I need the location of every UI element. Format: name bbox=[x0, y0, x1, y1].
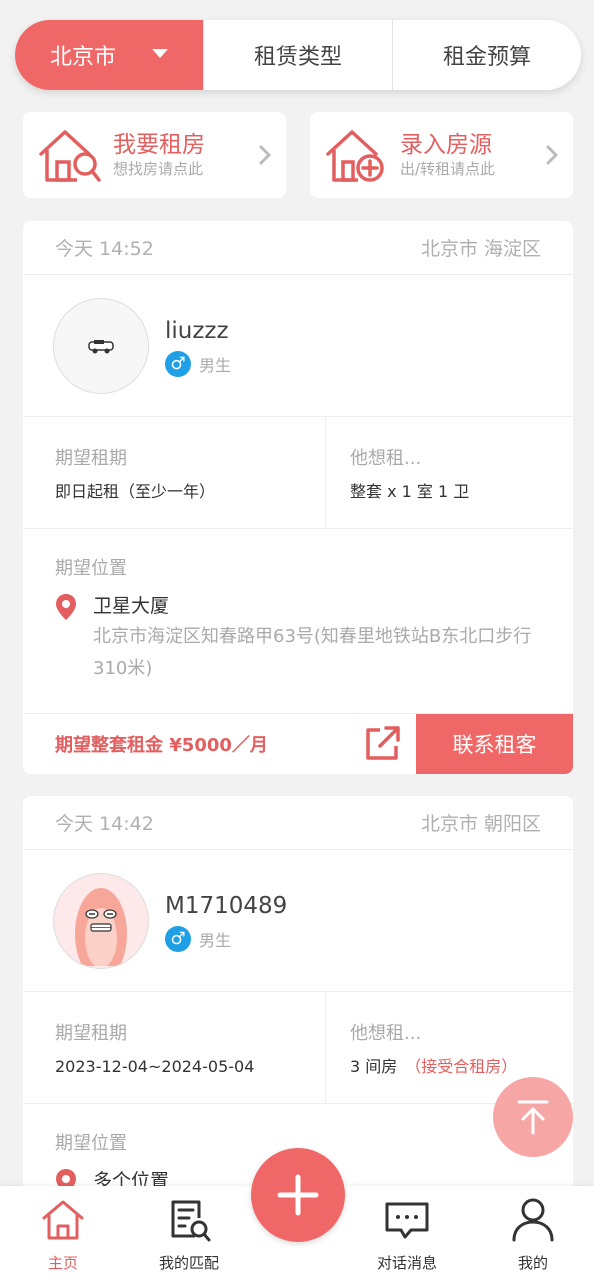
nav-messages[interactable]: 对话消息 bbox=[357, 1196, 457, 1273]
filter-bar: 北京市 租赁类型 租金预算 bbox=[15, 20, 581, 90]
house-search-icon bbox=[39, 130, 101, 182]
nav-mine[interactable]: 我的 bbox=[483, 1196, 583, 1273]
period-value: 即日起租（至少一年） bbox=[55, 482, 216, 501]
budget-label: 租金预算 bbox=[442, 45, 531, 70]
house-add-icon bbox=[326, 130, 384, 182]
want-label: 他想租... bbox=[350, 1023, 422, 1044]
user-row: M1710489 ♂ 男生 bbox=[23, 850, 573, 992]
listing-card[interactable]: 今天 14:52 北京市 海淀区 liuzzz ♂ 男生 期望租期 即日起租（至… bbox=[23, 221, 573, 774]
username: M1710489 bbox=[165, 892, 288, 919]
home-icon bbox=[42, 1200, 84, 1240]
caret-down-icon bbox=[152, 48, 168, 58]
location-label: 期望位置 bbox=[55, 558, 127, 579]
contact-tenant-button[interactable]: 联系租客 bbox=[416, 714, 573, 774]
avatar[interactable] bbox=[53, 297, 149, 394]
want-label: 他想租... bbox=[350, 448, 422, 469]
add-button[interactable] bbox=[251, 1148, 345, 1242]
chevron-right-icon bbox=[259, 145, 271, 165]
listing-time: 今天 14:42 bbox=[55, 813, 154, 835]
share-icon[interactable] bbox=[362, 724, 402, 764]
location-name: 卫星大厦 bbox=[93, 595, 170, 617]
add-listing-card[interactable]: 录入房源 出/转租请点此 bbox=[310, 112, 573, 198]
want-value: 整套 x 1 室 1 卫 bbox=[350, 481, 573, 503]
budget-filter[interactable]: 租金预算 bbox=[392, 20, 581, 90]
user-icon bbox=[512, 1198, 554, 1242]
want-value: 3 间房 （接受合租房） bbox=[350, 1056, 573, 1078]
panda-car-icon bbox=[88, 339, 114, 353]
rental-type-filter[interactable]: 租赁类型 bbox=[203, 20, 392, 90]
male-icon: ♂ bbox=[165, 350, 191, 377]
listing-header: 今天 14:42 北京市 朝阳区 bbox=[23, 796, 573, 850]
city-filter[interactable]: 北京市 bbox=[15, 20, 203, 90]
want-rent-card[interactable]: 我要租房 想找房请点此 bbox=[23, 112, 286, 198]
gender-text: 男生 bbox=[199, 930, 232, 950]
location-pin-icon bbox=[56, 594, 76, 620]
document-search-icon bbox=[171, 1200, 211, 1242]
period-label: 期望租期 bbox=[55, 448, 127, 469]
add-listing-title: 录入房源 bbox=[400, 132, 492, 158]
cartoon-avatar-icon bbox=[75, 887, 127, 966]
chevron-right-icon bbox=[546, 145, 558, 165]
listing-time: 今天 14:52 bbox=[55, 238, 154, 260]
nav-home-label: 主页 bbox=[47, 1254, 78, 1272]
want-rent-title: 我要租房 bbox=[113, 132, 205, 158]
gender-text: 男生 bbox=[199, 355, 232, 375]
shared-room-note: （接受合租房） bbox=[405, 1057, 518, 1076]
want-rent-subtitle: 想找房请点此 bbox=[113, 160, 204, 178]
user-row: liuzzz ♂ 男生 bbox=[23, 275, 573, 417]
nav-match-label: 我的匹配 bbox=[158, 1254, 219, 1272]
chat-icon bbox=[385, 1202, 429, 1239]
nav-messages-label: 对话消息 bbox=[376, 1254, 437, 1272]
listing-area: 北京市 朝阳区 bbox=[420, 813, 541, 835]
nav-home[interactable]: 主页 bbox=[13, 1196, 113, 1273]
plus-icon bbox=[277, 1174, 319, 1216]
want-text: 整套 x 1 室 1 卫 bbox=[350, 482, 470, 501]
listing-area: 北京市 海淀区 bbox=[420, 238, 541, 260]
want-text: 3 间房 bbox=[350, 1057, 398, 1076]
male-icon: ♂ bbox=[165, 925, 191, 952]
nav-mine-label: 我的 bbox=[517, 1254, 548, 1272]
period-label: 期望租期 bbox=[55, 1023, 127, 1044]
username: liuzzz bbox=[165, 317, 229, 344]
period-value: 2023-12-04~2024-05-04 bbox=[55, 1057, 255, 1076]
city-filter-label: 北京市 bbox=[49, 45, 116, 70]
arrow-up-icon bbox=[517, 1100, 549, 1135]
add-listing-subtitle: 出/转租请点此 bbox=[400, 160, 496, 178]
nav-match[interactable]: 我的匹配 bbox=[139, 1196, 239, 1273]
back-to-top-button[interactable] bbox=[493, 1077, 573, 1157]
avatar[interactable] bbox=[53, 872, 149, 969]
rental-type-label: 租赁类型 bbox=[253, 45, 342, 70]
price-text: 期望整套租金 ¥5000／月 bbox=[55, 735, 268, 756]
location-address: 北京市海淀区知春路甲63号(知春里地铁站B东北口步行310米) bbox=[93, 626, 532, 679]
listing-header: 今天 14:52 北京市 海淀区 bbox=[23, 221, 573, 275]
